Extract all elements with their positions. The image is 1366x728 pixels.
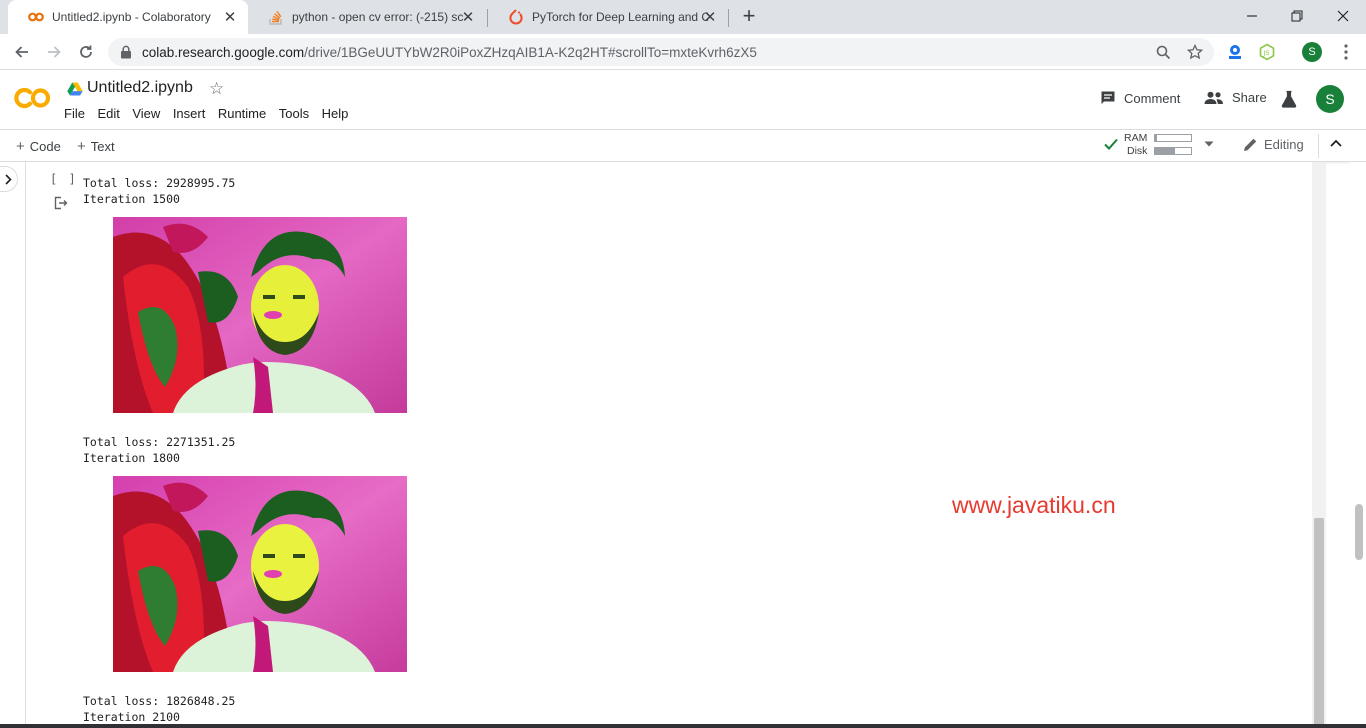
extension-blue-icon[interactable] <box>1225 42 1245 62</box>
stylized-portrait-image <box>113 476 407 672</box>
stackoverflow-icon <box>268 9 284 25</box>
colab-icon <box>28 9 44 25</box>
iteration-text: Iteration 1800 <box>83 451 180 465</box>
tab-stackoverflow[interactable]: python - open cv error: (-215) sc ✕ <box>248 0 486 34</box>
tab-title: python - open cv error: (-215) sc <box>292 10 464 24</box>
menu-tools[interactable]: Tools <box>279 106 309 121</box>
zoom-icon[interactable] <box>1154 43 1172 61</box>
add-text-label: Text <box>90 139 115 154</box>
left-gutter <box>0 162 26 728</box>
share-button[interactable]: Share <box>1204 90 1267 105</box>
people-icon <box>1204 91 1223 104</box>
iteration-text: Iteration 1500 <box>83 192 180 206</box>
disk-bar <box>1154 147 1192 155</box>
close-icon[interactable]: ✕ <box>460 9 476 26</box>
menu-insert[interactable]: Insert <box>173 106 206 121</box>
menu-file[interactable]: File <box>64 106 85 121</box>
add-text-button[interactable]: + Text <box>77 138 115 155</box>
ram-label: RAM <box>1124 132 1148 144</box>
reload-button[interactable] <box>74 40 98 64</box>
colab-toolbar: + Code + Text RAM Disk Editing <box>0 130 1366 162</box>
browser-tab-strip: Untitled2.ipynb - Colaboratory ✕ python … <box>0 0 1366 34</box>
toolbar-divider <box>1318 134 1319 158</box>
ram-bar <box>1154 134 1192 142</box>
chevron-down-icon[interactable] <box>1204 141 1214 147</box>
bookmark-star-icon[interactable] <box>1186 43 1204 61</box>
menu-view[interactable]: View <box>132 106 160 121</box>
close-icon[interactable]: ✕ <box>222 9 238 26</box>
close-window-button[interactable] <box>1331 6 1355 26</box>
stylized-image <box>113 476 407 672</box>
pencil-icon <box>1244 138 1257 151</box>
chevron-up-icon[interactable] <box>1330 139 1342 147</box>
close-icon[interactable]: ✕ <box>702 9 718 26</box>
forward-arrow-icon <box>48 46 61 58</box>
forward-button[interactable] <box>42 40 66 64</box>
chevron-right-icon <box>5 173 12 185</box>
notebook-title[interactable]: Untitled2.ipynb <box>87 79 193 97</box>
output-actions-icon[interactable] <box>54 196 68 210</box>
flask-icon[interactable] <box>1281 90 1297 108</box>
user-avatar[interactable]: S <box>1316 85 1344 113</box>
taskbar-edge <box>0 724 1366 728</box>
back-arrow-icon <box>15 46 28 58</box>
page-scrollbar[interactable] <box>1350 162 1366 728</box>
menu-edit[interactable]: Edit <box>97 106 119 121</box>
url-text: colab.research.google.com/drive/1BGeUUTY… <box>142 45 757 60</box>
address-bar[interactable]: colab.research.google.com/drive/1BGeUUTY… <box>108 38 1214 66</box>
new-tab-button[interactable]: + <box>738 5 760 28</box>
add-code-label: Code <box>29 139 61 154</box>
loss-text: Total loss: 2928995.75 <box>83 176 236 190</box>
cell-run-indicator[interactable]: [ ] <box>50 172 78 186</box>
svg-text:JS: JS <box>1263 49 1270 57</box>
stylized-image <box>113 217 407 413</box>
comment-button[interactable]: Comment <box>1100 90 1180 106</box>
disk-label: Disk <box>1127 145 1148 157</box>
minimize-button[interactable] <box>1240 6 1264 26</box>
nodejs-extension-icon[interactable]: JS <box>1257 42 1277 62</box>
plus-icon: + <box>16 138 25 155</box>
browser-toolbar: colab.research.google.com/drive/1BGeUUTY… <box>0 34 1366 70</box>
share-label: Share <box>1232 90 1267 105</box>
menu-bar: File Edit View Insert Runtime Tools Help <box>64 106 361 121</box>
add-code-button[interactable]: + Code <box>16 138 61 155</box>
loss-text: Total loss: 1826848.25 <box>83 694 236 708</box>
cell-output-scrollbar[interactable] <box>1312 162 1326 728</box>
editing-label: Editing <box>1264 137 1304 152</box>
url-host: colab.research.google.com <box>142 45 305 60</box>
restore-button[interactable] <box>1285 6 1309 26</box>
star-icon[interactable]: ☆ <box>209 79 224 99</box>
scrollbar-thumb[interactable] <box>1355 504 1363 560</box>
browser-profile-avatar[interactable]: S <box>1302 42 1322 62</box>
comment-label: Comment <box>1124 90 1181 106</box>
url-path: /drive/1BGeUUTYbW2R0iPoxZHzqAIB1A-K2q2HT… <box>304 45 757 60</box>
reload-icon <box>80 45 92 58</box>
colab-header: Untitled2.ipynb ☆ File Edit View Insert … <box>0 70 1366 130</box>
browser-menu-icon[interactable] <box>1336 42 1356 62</box>
tab-separator <box>728 9 729 27</box>
comment-icon <box>1101 91 1115 104</box>
iteration-text: Iteration 2100 <box>83 710 180 724</box>
watermark-text: www.javatiku.cn <box>952 492 1116 518</box>
google-drive-icon[interactable] <box>67 82 83 96</box>
menu-runtime[interactable]: Runtime <box>218 106 266 121</box>
loss-text: Total loss: 2271351.25 <box>83 435 236 449</box>
editing-mode-button[interactable]: Editing <box>1243 137 1304 152</box>
ram-fill <box>1155 135 1157 141</box>
tab-title: Untitled2.ipynb - Colaboratory <box>52 10 211 24</box>
stylized-portrait-image <box>113 217 407 413</box>
tab-colab[interactable]: Untitled2.ipynb - Colaboratory ✕ <box>8 0 248 34</box>
tab-pytorch[interactable]: PyTorch for Deep Learning and C ✕ <box>488 0 728 34</box>
colab-logo[interactable] <box>14 86 52 110</box>
tab-title: PyTorch for Deep Learning and C <box>532 10 708 24</box>
plus-icon: + <box>77 138 86 155</box>
connected-check-icon <box>1104 138 1118 150</box>
lock-icon <box>120 45 132 64</box>
disk-fill <box>1155 148 1175 154</box>
scrollbar-thumb[interactable] <box>1314 518 1324 728</box>
pytorch-icon <box>508 9 524 25</box>
menu-help[interactable]: Help <box>322 106 349 121</box>
back-button[interactable] <box>10 40 34 64</box>
